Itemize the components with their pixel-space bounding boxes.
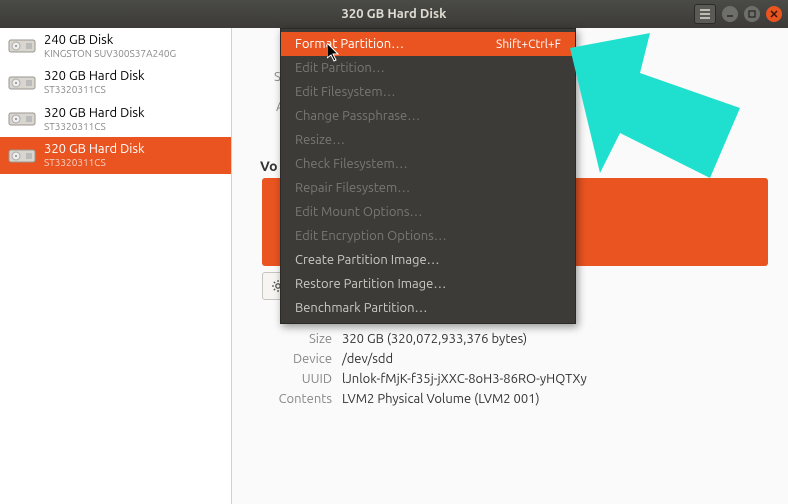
menu-label: Benchmark Partition…	[295, 301, 427, 315]
disk-item-1[interactable]: 320 GB Hard Disk ST3320311CS	[0, 64, 231, 100]
disk-model: ST3320311CS	[44, 84, 145, 96]
disk-sidebar: 240 GB Disk KINGSTON SUV300S37A240G 320 …	[0, 28, 232, 504]
menu-edit-partition[interactable]: Edit Partition…	[281, 56, 575, 80]
detail-value: LVM2 Physical Volume (LVM2 001)	[342, 392, 768, 406]
detail-value: lJnlok-fMjK-f35j-jXXC-8oH3-86RO-yHQTXy	[342, 372, 768, 386]
disk-model: KINGSTON SUV300S37A240G	[44, 48, 176, 60]
menu-label: Format Partition…	[295, 37, 404, 51]
detail-key: Device	[262, 352, 332, 366]
detail-key: Size	[262, 332, 332, 346]
menu-label: Change Passphrase…	[295, 109, 420, 123]
menu-label: Edit Mount Options…	[295, 205, 422, 219]
detail-row-size: Size 320 GB (320,072,933,376 bytes)	[262, 332, 768, 346]
disk-item-3[interactable]: 320 GB Hard Disk ST3320311CS	[0, 137, 231, 173]
hard-disk-icon	[8, 146, 36, 166]
menu-label: Restore Partition Image…	[295, 277, 446, 291]
volumes-heading: Vo	[260, 158, 278, 174]
detail-row-device: Device /dev/sdd	[262, 352, 768, 366]
detail-row-contents: Contents LVM2 Physical Volume (LVM2 001)	[262, 392, 768, 406]
menu-label: Edit Partition…	[295, 61, 385, 75]
menu-format-partition[interactable]: Format Partition… Shift+Ctrl+F	[281, 32, 575, 56]
detail-value: 320 GB (320,072,933,376 bytes)	[342, 332, 768, 346]
hard-disk-icon	[8, 109, 36, 129]
menu-benchmark-partition[interactable]: Benchmark Partition…	[281, 296, 575, 320]
hard-disk-icon	[8, 36, 36, 56]
menu-resize[interactable]: Resize…	[281, 128, 575, 152]
detail-key: Contents	[262, 392, 332, 406]
menu-check-filesystem[interactable]: Check Filesystem…	[281, 152, 575, 176]
partition-context-menu: Format Partition… Shift+Ctrl+F Edit Part…	[280, 28, 576, 324]
disk-name: 320 GB Hard Disk	[44, 142, 145, 157]
close-button[interactable]	[766, 6, 782, 22]
menu-change-passphrase[interactable]: Change Passphrase…	[281, 104, 575, 128]
disk-item-2[interactable]: 320 GB Hard Disk ST3320311CS	[0, 101, 231, 137]
menu-create-partition-image[interactable]: Create Partition Image…	[281, 248, 575, 272]
disk-model: ST3320311CS	[44, 157, 145, 169]
titlebar: 320 GB Hard Disk	[0, 0, 788, 28]
menu-label: Edit Encryption Options…	[295, 229, 447, 243]
disk-item-0[interactable]: 240 GB Disk KINGSTON SUV300S37A240G	[0, 28, 231, 64]
hamburger-icon	[699, 9, 711, 19]
menu-edit-filesystem[interactable]: Edit Filesystem…	[281, 80, 575, 104]
menu-restore-partition-image[interactable]: Restore Partition Image…	[281, 272, 575, 296]
disk-model: ST3320311CS	[44, 121, 145, 133]
menu-label: Repair Filesystem…	[295, 181, 410, 195]
menu-repair-filesystem[interactable]: Repair Filesystem…	[281, 176, 575, 200]
app-menu-button[interactable]	[694, 4, 716, 24]
disk-name: 320 GB Hard Disk	[44, 69, 145, 84]
menu-edit-mount-options[interactable]: Edit Mount Options…	[281, 200, 575, 224]
disk-name: 320 GB Hard Disk	[44, 106, 145, 121]
menu-label: Edit Filesystem…	[295, 85, 396, 99]
close-icon	[770, 10, 778, 18]
window-title: 320 GB Hard Disk	[342, 7, 447, 21]
titlebar-controls	[694, 4, 782, 24]
maximize-icon	[748, 10, 756, 18]
maximize-button[interactable]	[744, 6, 760, 22]
menu-label: Resize…	[295, 133, 345, 147]
menu-edit-encryption-options[interactable]: Edit Encryption Options…	[281, 224, 575, 248]
menu-accelerator: Shift+Ctrl+F	[496, 38, 561, 51]
minimize-icon	[726, 10, 734, 18]
minimize-button[interactable]	[722, 6, 738, 22]
detail-key: UUID	[262, 372, 332, 386]
menu-label: Check Filesystem…	[295, 157, 408, 171]
menu-label: Create Partition Image…	[295, 253, 440, 267]
disk-name: 240 GB Disk	[44, 33, 176, 48]
hard-disk-icon	[8, 73, 36, 93]
detail-value: /dev/sdd	[342, 352, 768, 366]
details-table: Size 320 GB (320,072,933,376 bytes) Devi…	[262, 332, 768, 412]
detail-row-uuid: UUID lJnlok-fMjK-f35j-jXXC-8oH3-86RO-yHQ…	[262, 372, 768, 386]
